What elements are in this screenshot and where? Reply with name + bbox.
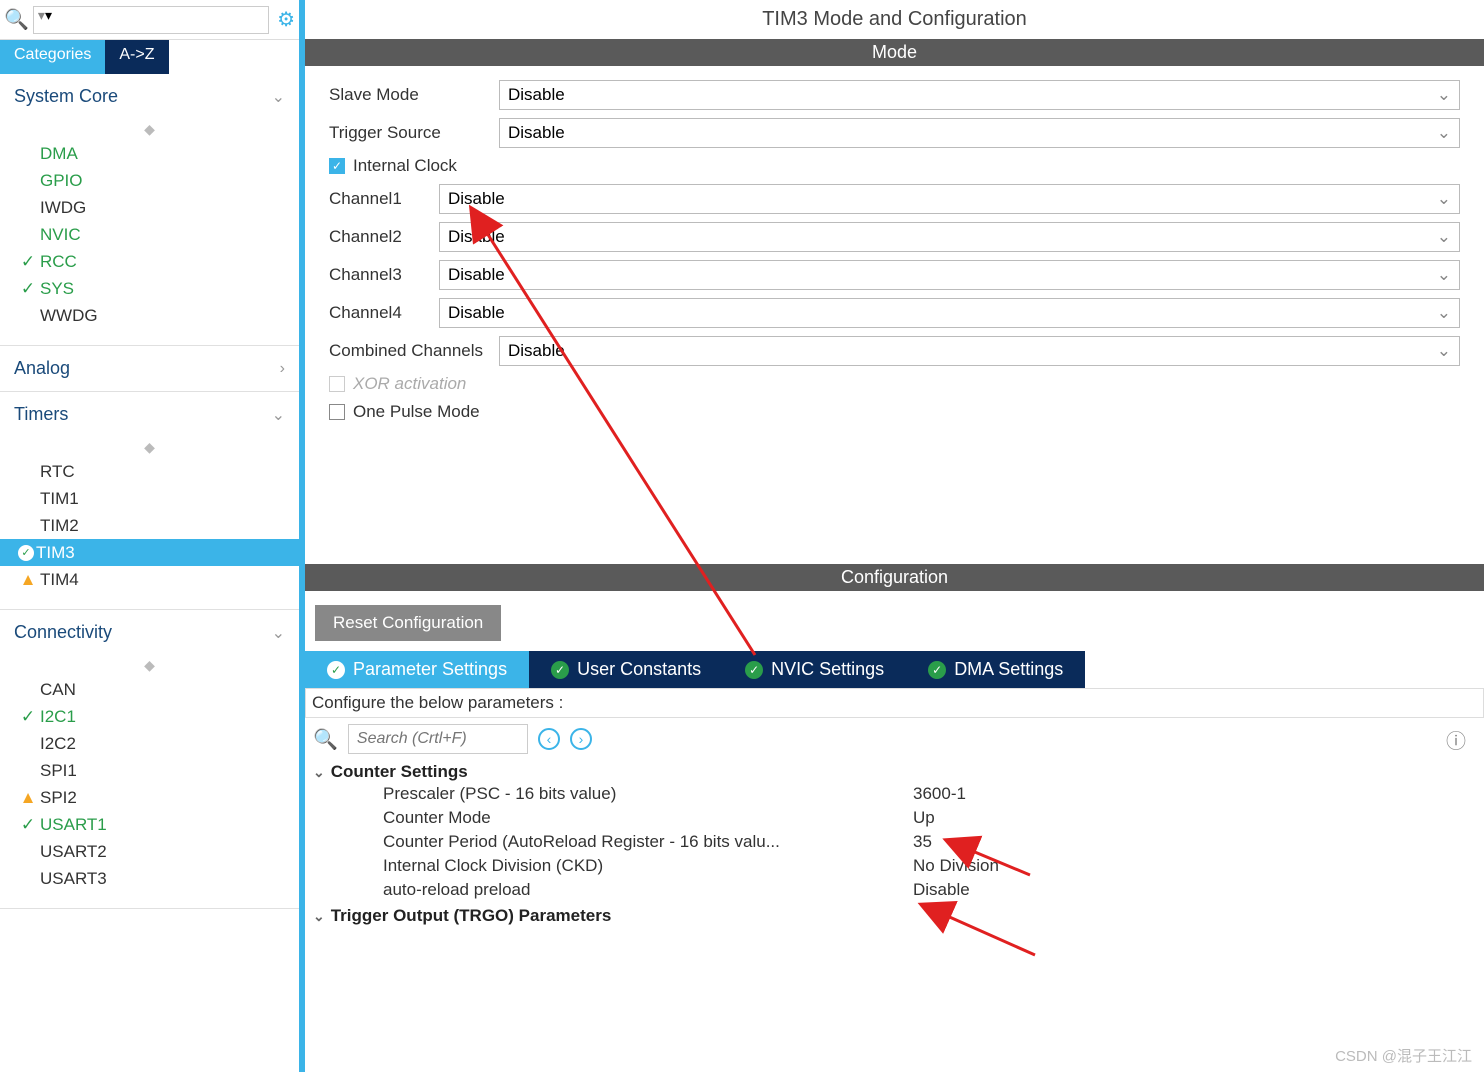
tab-az[interactable]: A->Z	[105, 40, 168, 74]
slave-mode-label: Slave Mode	[329, 85, 499, 105]
one-pulse-label: One Pulse Mode	[353, 402, 480, 422]
sidebar-item-wwdg[interactable]: WWDG	[0, 302, 299, 329]
section-system-core[interactable]: System Core⌄	[0, 74, 299, 119]
sidebar-item-nvic[interactable]: NVIC	[0, 221, 299, 248]
tab-parameter-settings[interactable]: ✓Parameter Settings	[305, 651, 529, 688]
search-icon: 🔍	[313, 727, 338, 752]
tab-user-constants[interactable]: ✓User Constants	[529, 651, 723, 688]
counter-settings-group[interactable]: ⌄Counter Settings	[313, 762, 1476, 782]
sidebar-item-gpio[interactable]: GPIO	[0, 167, 299, 194]
info-icon[interactable]: ⓘ	[1446, 725, 1466, 754]
sidebar-item-iwdg[interactable]: IWDG	[0, 194, 299, 221]
sidebar-item-i2c2[interactable]: I2C2	[0, 730, 299, 757]
mode-bar: Mode	[305, 39, 1484, 66]
sidebar-item-tim4[interactable]: ▲TIM4	[0, 566, 299, 593]
gear-icon[interactable]: ⚙	[277, 7, 295, 32]
channel3-select[interactable]: Disable⌄	[439, 260, 1460, 290]
combined-channels-select[interactable]: Disable⌄	[499, 336, 1460, 366]
search-prev-button[interactable]: ‹	[538, 728, 560, 750]
section-connectivity[interactable]: Connectivity⌄	[0, 610, 299, 655]
main-panel: TIM3 Mode and Configuration Mode Slave M…	[305, 0, 1484, 1072]
slave-mode-select[interactable]: Disable⌄	[499, 80, 1460, 110]
combined-channels-label: Combined Channels	[329, 341, 499, 361]
sidebar: 🔍 ▾ ⚙ Categories A->Z System Core⌄◆DMAGP…	[0, 0, 305, 1072]
channel3-label: Channel3	[329, 265, 439, 285]
sidebar-item-spi1[interactable]: SPI1	[0, 757, 299, 784]
sort-icon[interactable]: ◆	[0, 437, 299, 458]
sidebar-item-rcc[interactable]: ✓RCC	[0, 248, 299, 275]
parameter-tree: ⌄Counter Settings Prescaler (PSC - 16 bi…	[305, 760, 1484, 928]
tab-nvic-settings[interactable]: ✓NVIC Settings	[723, 651, 906, 688]
reset-configuration-button[interactable]: Reset Configuration	[315, 605, 501, 641]
search-icon: 🔍	[4, 7, 29, 32]
page-title: TIM3 Mode and Configuration	[305, 0, 1484, 39]
param-row[interactable]: Counter Period (AutoReload Register - 16…	[313, 830, 1476, 854]
section-analog[interactable]: Analog›	[0, 346, 299, 391]
param-row[interactable]: auto-reload preloadDisable	[313, 878, 1476, 902]
sort-icon[interactable]: ◆	[0, 119, 299, 140]
sidebar-search-select[interactable]: ▾	[33, 6, 269, 34]
sidebar-item-usart3[interactable]: USART3	[0, 865, 299, 892]
trgo-group[interactable]: ⌄Trigger Output (TRGO) Parameters	[313, 906, 1476, 926]
sidebar-item-tim2[interactable]: TIM2	[0, 512, 299, 539]
sidebar-item-rtc[interactable]: RTC	[0, 458, 299, 485]
config-bar: Configuration	[305, 564, 1484, 591]
sidebar-item-i2c1[interactable]: ✓I2C1	[0, 703, 299, 730]
param-row[interactable]: Prescaler (PSC - 16 bits value)3600-1	[313, 782, 1476, 806]
sidebar-tabs: Categories A->Z	[0, 40, 299, 74]
param-search-input[interactable]	[348, 724, 528, 754]
tab-categories[interactable]: Categories	[0, 40, 105, 74]
sidebar-item-usart1[interactable]: ✓USART1	[0, 811, 299, 838]
config-instruction: Configure the below parameters :	[305, 688, 1484, 718]
xor-label: XOR activation	[353, 374, 466, 394]
sidebar-item-dma[interactable]: DMA	[0, 140, 299, 167]
internal-clock-checkbox[interactable]: ✓	[329, 158, 345, 174]
channel4-label: Channel4	[329, 303, 439, 323]
sidebar-item-tim1[interactable]: TIM1	[0, 485, 299, 512]
param-row[interactable]: Counter ModeUp	[313, 806, 1476, 830]
watermark: CSDN @混子王江江	[1335, 1045, 1472, 1066]
channel2-select[interactable]: Disable⌄	[439, 222, 1460, 252]
sidebar-item-can[interactable]: CAN	[0, 676, 299, 703]
channel1-label: Channel1	[329, 189, 439, 209]
trigger-source-label: Trigger Source	[329, 123, 499, 143]
channel1-select[interactable]: Disable⌄	[439, 184, 1460, 214]
trigger-source-select[interactable]: Disable⌄	[499, 118, 1460, 148]
channel4-select[interactable]: Disable⌄	[439, 298, 1460, 328]
channel2-label: Channel2	[329, 227, 439, 247]
sidebar-top: 🔍 ▾ ⚙	[0, 0, 299, 40]
xor-checkbox	[329, 376, 345, 392]
tab-dma-settings[interactable]: ✓DMA Settings	[906, 651, 1085, 688]
sidebar-item-tim3[interactable]: ✓TIM3	[0, 539, 299, 566]
sidebar-item-sys[interactable]: ✓SYS	[0, 275, 299, 302]
internal-clock-label: Internal Clock	[353, 156, 457, 176]
one-pulse-checkbox[interactable]	[329, 404, 345, 420]
param-row[interactable]: Internal Clock Division (CKD)No Division	[313, 854, 1476, 878]
config-tabs: ✓Parameter Settings ✓User Constants ✓NVI…	[305, 651, 1484, 688]
sort-icon[interactable]: ◆	[0, 655, 299, 676]
search-next-button[interactable]: ›	[570, 728, 592, 750]
mode-body: Slave Mode Disable⌄ Trigger Source Disab…	[305, 66, 1484, 564]
sidebar-item-usart2[interactable]: USART2	[0, 838, 299, 865]
sidebar-item-spi2[interactable]: ▲SPI2	[0, 784, 299, 811]
section-timers[interactable]: Timers⌄	[0, 392, 299, 437]
